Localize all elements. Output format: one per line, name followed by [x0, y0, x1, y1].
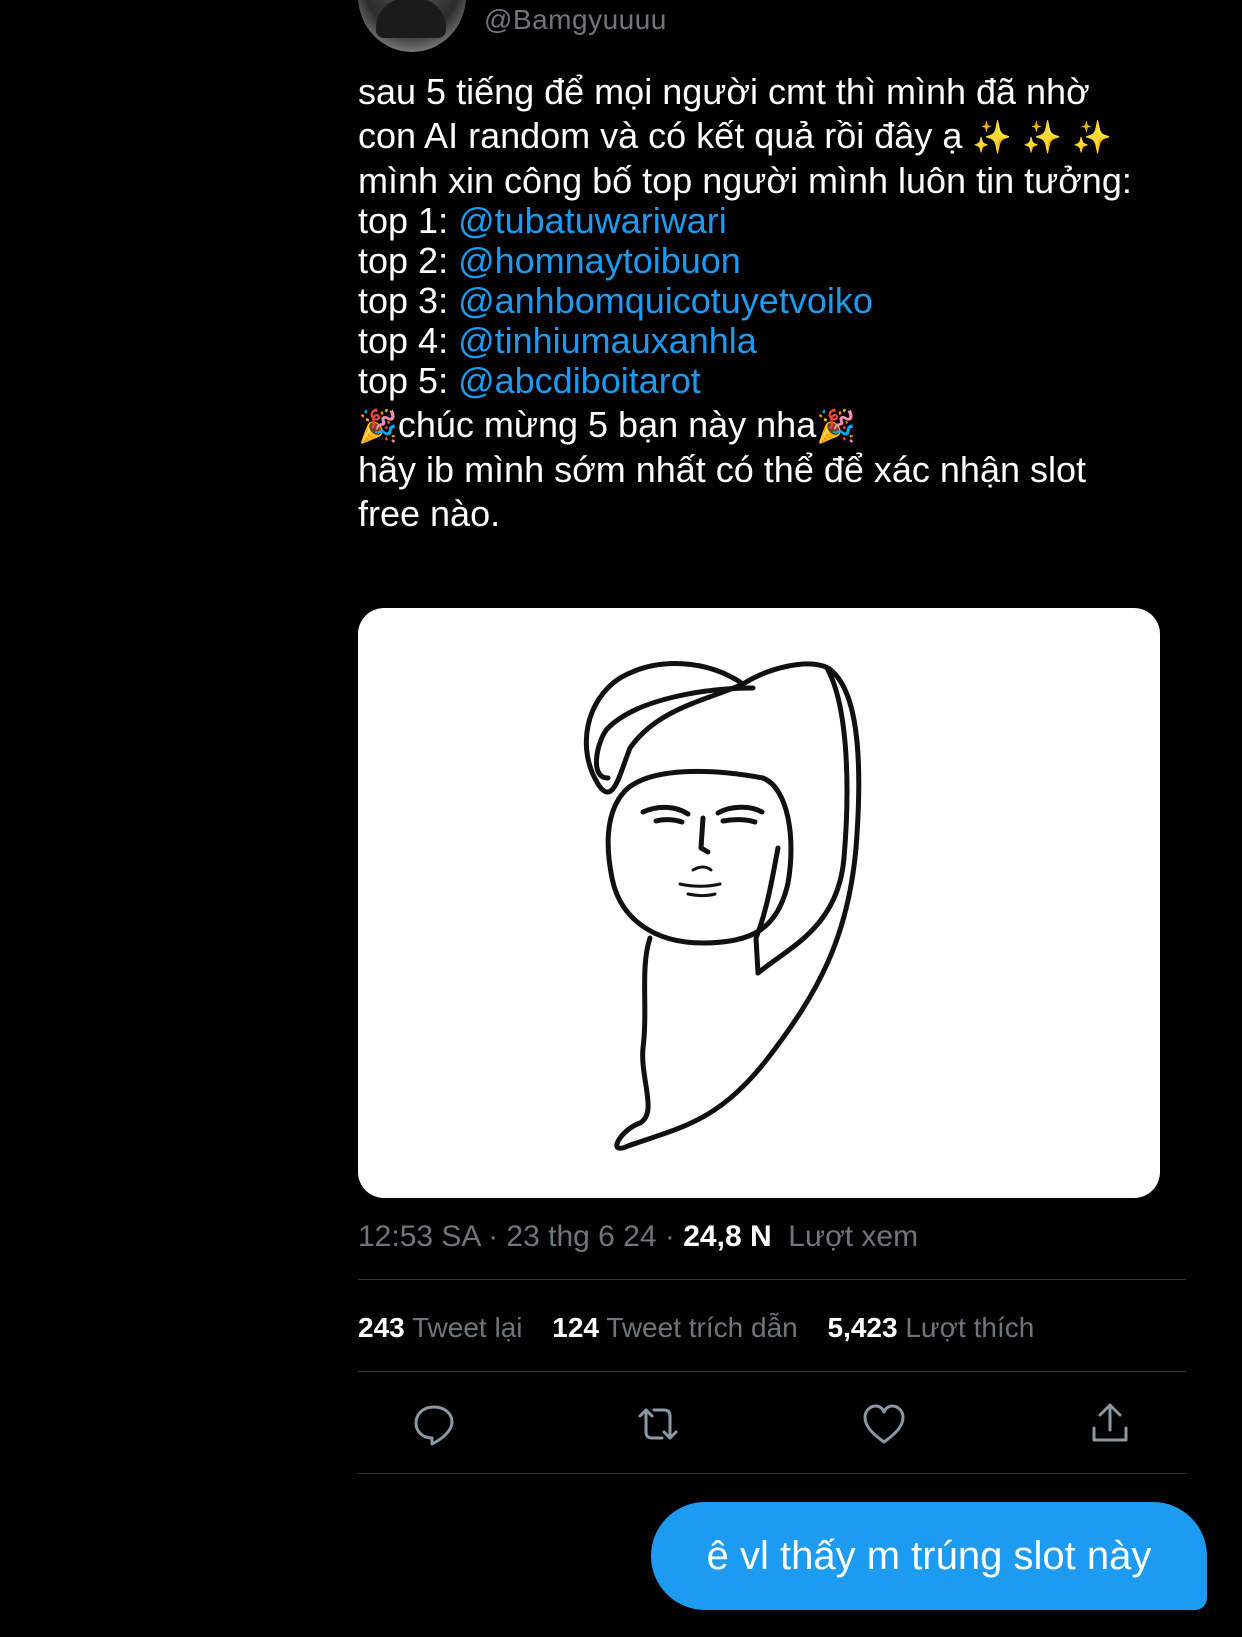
top-label: top 3: — [358, 280, 459, 321]
top-label: top 5: — [358, 360, 459, 401]
tweet-line: sau 5 tiếng để mọi người cmt thì mình đã… — [358, 71, 1090, 112]
mention-link[interactable]: @tinhiumauxanhla — [458, 320, 757, 361]
tweet-actions — [358, 1400, 1186, 1464]
top-item: top 1: @tubatuwariwari — [358, 199, 1218, 243]
divider — [358, 1473, 1186, 1474]
like-button[interactable] — [860, 1400, 908, 1448]
top-label: top 1: — [358, 200, 459, 241]
share-icon — [1092, 1403, 1128, 1442]
likes-label: Lượt thích — [905, 1312, 1035, 1343]
tweet-line: hãy ib mình sớm nhất có thể để xác nhận … — [358, 449, 1087, 490]
sparkles-emoji: ✨ ✨ ✨ — [972, 118, 1113, 156]
party-popper-emoji: 🎉 — [358, 407, 398, 445]
tweet-line: mình xin công bố top người mình luôn tin… — [358, 160, 1132, 201]
retweet-icon — [638, 1408, 678, 1440]
tweet-line: free nào. — [358, 493, 501, 534]
retweets-label: Tweet lại — [412, 1312, 523, 1343]
message-bubble[interactable]: ê vl thấy m trúng slot này — [651, 1502, 1207, 1610]
quotes-stat[interactable]: 124 Tweet trích dẫn — [552, 1312, 797, 1343]
divider — [358, 1279, 1186, 1280]
quotes-label: Tweet trích dẫn — [606, 1312, 798, 1343]
mention-link[interactable]: @anhbomquicotuyetvoiko — [458, 280, 873, 321]
top-label: top 4: — [358, 320, 459, 361]
retweets-count: 243 — [358, 1312, 405, 1343]
likes-stat[interactable]: 5,423 Lượt thích — [828, 1312, 1035, 1343]
mention-link[interactable]: @homnaytoibuon — [458, 240, 741, 281]
retweet-button[interactable] — [634, 1400, 682, 1448]
mention-link[interactable]: @tubatuwariwari — [458, 200, 727, 241]
divider — [358, 1371, 1186, 1372]
tweet-stats: 243 Tweet lại 124 Tweet trích dẫn 5,423 … — [358, 1312, 1056, 1344]
top-item: top 3: @anhbomquicotuyetvoiko — [358, 279, 1218, 323]
quotes-count: 124 — [552, 1312, 599, 1343]
tweet-line-text: con AI random và có kết quả rồi đây ạ — [358, 115, 973, 156]
top-label: top 2: — [358, 240, 459, 281]
top-item: top 5: @abcdiboitarot — [358, 359, 1218, 403]
top-item: top 4: @tinhiumauxanhla — [358, 319, 1218, 363]
views-label: Lượt xem — [788, 1220, 919, 1253]
heart-icon — [863, 1404, 905, 1444]
likes-count: 5,423 — [827, 1312, 898, 1343]
reply-icon — [414, 1405, 454, 1446]
reply-button[interactable] — [410, 1400, 458, 1448]
tweet-text: sau 5 tiếng để mọi người cmt thì mình đã… — [358, 70, 1218, 536]
avatar-photo — [376, 0, 446, 38]
tweet-media-image[interactable] — [358, 608, 1160, 1198]
face-doodle-drawing — [583, 661, 862, 1151]
share-button[interactable] — [1086, 1400, 1134, 1448]
avatar[interactable] — [358, 0, 466, 52]
party-popper-emoji: 🎉 — [816, 407, 857, 445]
tweet-line: 🎉chúc mừng 5 bạn này nha🎉 — [358, 403, 1218, 448]
tweet-line-text: chúc mừng 5 bạn này nha — [397, 404, 817, 445]
top-item: top 2: @homnaytoibuon — [358, 239, 1218, 283]
retweets-stat[interactable]: 243 Tweet lại — [358, 1312, 523, 1343]
user-handle[interactable]: @Bamgyuuuu — [484, 4, 667, 36]
tweet-meta: 12:53 SA · 23 thg 6 24 · 24,8 N Lượt xem — [358, 1220, 918, 1254]
views-count: 24,8 N — [683, 1220, 772, 1253]
mention-link[interactable]: @abcdiboitarot — [458, 360, 701, 401]
tweet-timestamp[interactable]: 12:53 SA · 23 thg 6 24 · — [358, 1220, 683, 1253]
tweet-line: con AI random và có kết quả rồi đây ạ ✨ … — [358, 114, 1218, 159]
